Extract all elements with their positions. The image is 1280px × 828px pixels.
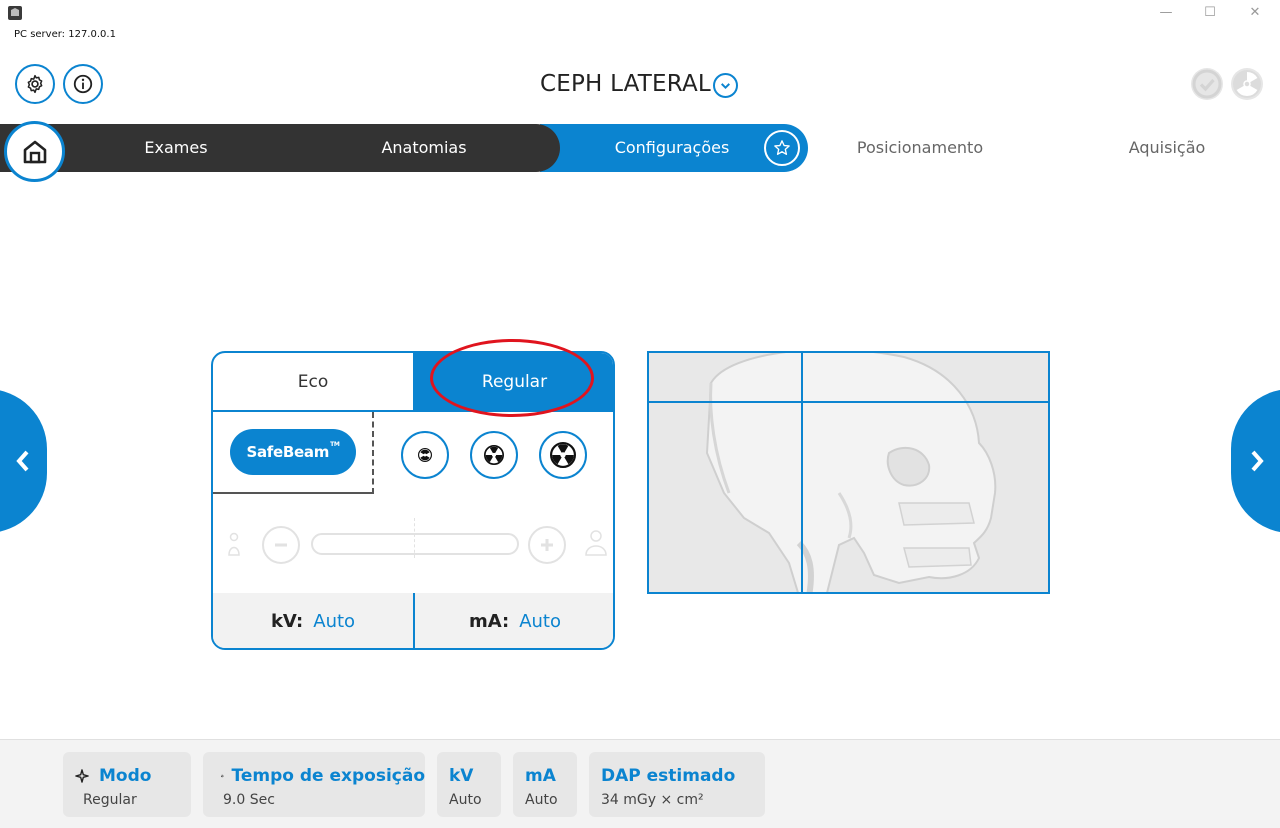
dap-value: 34 mGy × cm² [601, 792, 704, 808]
footer-kv-value: Auto [449, 792, 482, 808]
footer-ma-value: Auto [525, 792, 558, 808]
increase-button[interactable] [528, 526, 566, 564]
nav-step-configuracoes[interactable]: Configurações [592, 124, 752, 172]
modo-card: Modo Regular [63, 752, 191, 817]
nav-step-anatomias[interactable]: Anatomias [344, 124, 504, 172]
modo-title: Modo [99, 766, 152, 786]
exam-dropdown-button[interactable] [713, 73, 738, 98]
modo-value: Regular [83, 792, 137, 808]
minimize-button[interactable]: — [1156, 3, 1176, 23]
nav-step-aquisicao[interactable]: Aquisição [1087, 124, 1247, 172]
kv-value: Auto [313, 611, 356, 632]
info-icon [73, 74, 93, 94]
settings-button[interactable] [15, 64, 55, 104]
ma-value: Auto [519, 611, 561, 632]
safebeam-label: SafeBeam [246, 443, 330, 461]
info-button[interactable] [63, 64, 103, 104]
sparkle-icon [75, 769, 89, 783]
nav-step-posicionamento[interactable]: Posicionamento [840, 124, 1000, 172]
previous-button[interactable] [0, 389, 47, 533]
mode-tab-eco[interactable]: Eco [213, 353, 414, 411]
plus-icon [541, 539, 553, 551]
page-title: CEPH LATERAL [540, 71, 711, 97]
dap-card: DAP estimado 34 mGy × cm² [589, 752, 765, 817]
footer-kv-title: kV [449, 766, 474, 786]
home-button[interactable] [4, 121, 65, 182]
xray-status-icon [1231, 68, 1263, 100]
radiation-icon [221, 774, 224, 778]
dose-medium-button[interactable] [470, 431, 518, 479]
safebeam-button[interactable]: SafeBeam TM [230, 429, 356, 475]
kv-card: kV Auto [437, 752, 501, 817]
footer-ma-title: mA [525, 766, 556, 786]
maximize-button[interactable]: ☐ [1200, 3, 1220, 23]
star-icon [774, 140, 790, 155]
chevron-left-icon [16, 450, 29, 472]
skull-illustration [705, 353, 997, 592]
dose-low-button[interactable] [401, 431, 449, 479]
kv-label: kV: [270, 611, 304, 632]
radiation-medium-icon [484, 445, 504, 465]
patient-size-slider[interactable] [311, 533, 519, 555]
favorite-button[interactable] [764, 130, 800, 166]
collimation-line-vertical [801, 353, 803, 592]
check-circle-icon [1192, 69, 1222, 99]
chevron-down-icon [721, 83, 730, 90]
tempo-card: Tempo de exposição 9.0 Sec [203, 752, 425, 817]
server-label: PC server: 127.0.0.1 [14, 29, 116, 40]
chevron-right-icon [1251, 450, 1264, 472]
ma-label: mA: [468, 611, 510, 632]
small-patient-icon [228, 532, 240, 556]
radiation-small-icon [418, 448, 432, 462]
kv-param[interactable]: kV: Auto [213, 593, 413, 648]
dap-title: DAP estimado [601, 766, 736, 786]
safebeam-trademark: TM [330, 441, 340, 448]
tempo-title: Tempo de exposição [231, 766, 425, 786]
decrease-button[interactable] [262, 526, 300, 564]
ready-status-icon [1191, 68, 1223, 100]
collimation-line-horizontal [649, 401, 1048, 403]
nav-step-exames[interactable]: Exames [96, 124, 256, 172]
ma-param[interactable]: mA: Auto [415, 593, 613, 648]
ma-card: mA Auto [513, 752, 577, 817]
gear-icon [27, 74, 43, 94]
radiation-icon [1233, 70, 1261, 98]
highlight-annotation [430, 339, 594, 417]
large-patient-icon [585, 530, 607, 556]
radiation-large-icon [550, 442, 576, 468]
exam-preview-image [647, 351, 1050, 594]
next-button[interactable] [1231, 389, 1280, 533]
tempo-value: 9.0 Sec [223, 792, 275, 808]
home-icon [23, 140, 46, 163]
close-button[interactable]: ✕ [1245, 3, 1265, 23]
dose-high-button[interactable] [539, 431, 587, 479]
minus-icon [275, 543, 287, 547]
app-logo-icon [8, 6, 22, 20]
slider-center-mark [414, 518, 415, 558]
